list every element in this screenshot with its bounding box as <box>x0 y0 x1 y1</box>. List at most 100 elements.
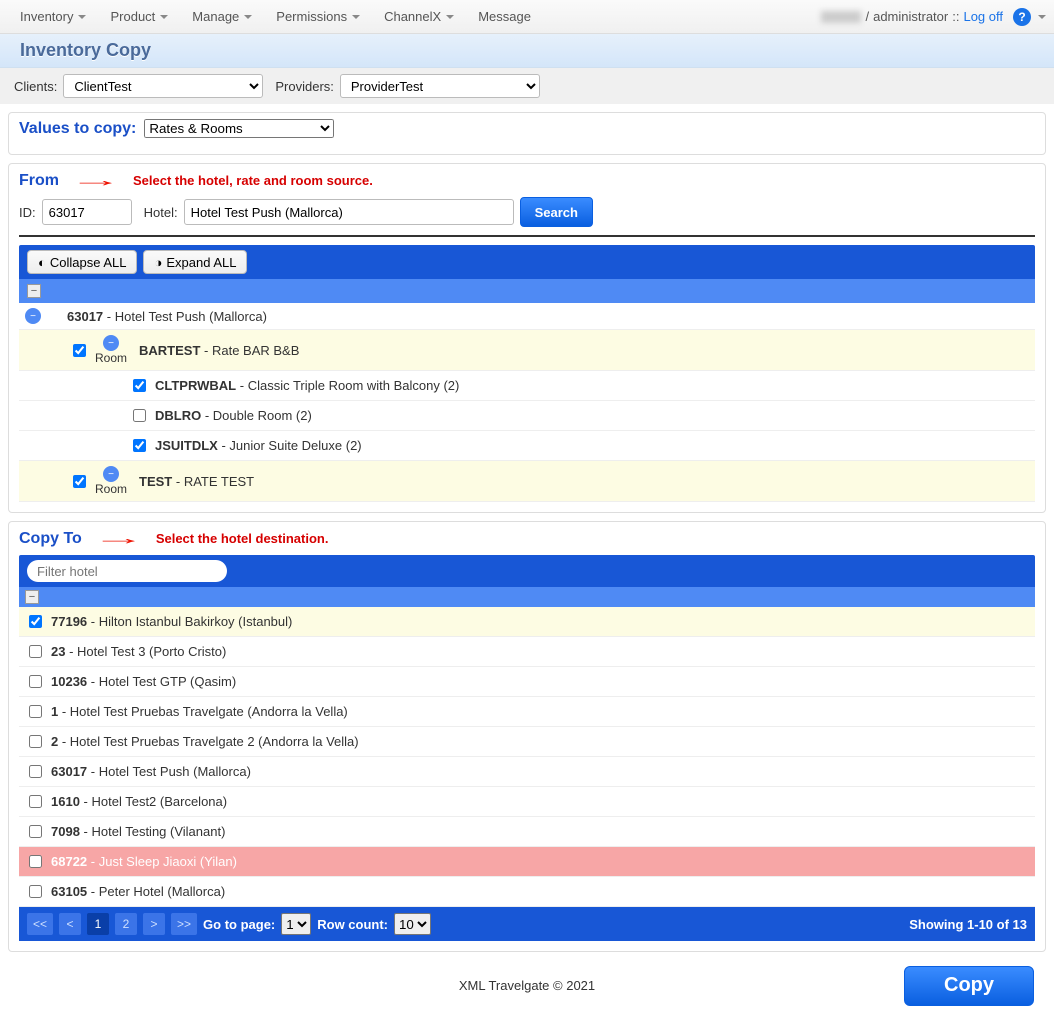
user-name-blurred <box>821 11 861 23</box>
arrow-right-icon: → <box>69 170 123 191</box>
from-helper: Select the hotel, rate and room source. <box>133 173 373 188</box>
hotel-name: Hotel Test Pruebas Travelgate (Andorra l… <box>70 704 348 719</box>
hotel-code: 1610 <box>51 794 80 809</box>
sep: / <box>865 9 869 24</box>
from-id-input[interactable] <box>42 199 132 225</box>
from-hotel-input[interactable] <box>184 199 514 225</box>
expand-all-button[interactable]: ◑Expand ALL <box>143 250 247 274</box>
expand-node-icon[interactable]: − <box>103 335 119 351</box>
pager-prev[interactable]: < <box>59 913 81 935</box>
hotel-row: 63105 - Peter Hotel (Mallorca) <box>19 877 1035 907</box>
hotel-checkbox[interactable] <box>29 765 42 778</box>
chevron-down-icon <box>352 15 360 19</box>
chevron-down-icon <box>160 15 168 19</box>
hotel-row: 63017 - Hotel Test Push (Mallorca) <box>19 757 1035 787</box>
expand-icon: ◑ <box>154 255 162 270</box>
nav-message[interactable]: Message <box>466 3 543 30</box>
pager-next[interactable]: > <box>143 913 165 935</box>
expand-node-icon[interactable]: − <box>25 308 41 324</box>
nav-permissions-label: Permissions <box>276 9 347 24</box>
user-role: administrator <box>873 9 948 24</box>
rate-checkbox[interactable] <box>73 475 86 488</box>
copy-button[interactable]: Copy <box>904 966 1034 1006</box>
filter-hotel-input[interactable] <box>27 560 227 582</box>
room-name: Junior Suite Deluxe (2) <box>229 438 361 453</box>
collapse-icon: ◐ <box>38 255 46 270</box>
from-title: From <box>19 172 59 190</box>
hotel-checkbox[interactable] <box>29 735 42 748</box>
help-icon[interactable]: ? <box>1013 8 1031 26</box>
room-row: DBLRO - Double Room (2) <box>19 401 1035 431</box>
room-checkbox[interactable] <box>133 409 146 422</box>
expand-node-icon[interactable]: − <box>103 466 119 482</box>
values-to-copy-select[interactable]: Rates & Rooms <box>144 119 334 138</box>
nav-inventory[interactable]: Inventory <box>8 3 98 30</box>
hotel-code: 63017 <box>51 764 87 779</box>
from-id-label: ID: <box>19 205 36 220</box>
room-checkbox[interactable] <box>133 439 146 452</box>
nav-permissions[interactable]: Permissions <box>264 3 372 30</box>
copyright: XML Travelgate © 2021 <box>459 978 595 993</box>
top-nav: Inventory Product Manage Permissions Cha… <box>0 0 1054 34</box>
nav-product-label: Product <box>110 9 155 24</box>
hotel-name: Peter Hotel (Mallorca) <box>99 884 225 899</box>
sep2: :: <box>952 9 959 24</box>
hotel-checkbox[interactable] <box>29 705 42 718</box>
hotel-code: 23 <box>51 644 65 659</box>
tree-toggle[interactable]: − <box>25 590 39 604</box>
hotel-name: Hotel Test Push (Mallorca) <box>99 764 251 779</box>
goto-label: Go to page: <box>203 917 275 932</box>
goto-page-select[interactable]: 1 <box>281 913 311 935</box>
hotel-row: 77196 - Hilton Istanbul Bakirkoy (Istanb… <box>19 607 1035 637</box>
copyto-panel: Copy To → Select the hotel destination. … <box>8 521 1046 952</box>
hotel-row: 7098 - Hotel Testing (Vilanant) <box>19 817 1035 847</box>
hotel-name: Hilton Istanbul Bakirkoy (Istanbul) <box>99 614 293 629</box>
room-code: CLTPRWBAL <box>155 378 236 393</box>
pager-last[interactable]: >> <box>171 913 197 935</box>
nav-product[interactable]: Product <box>98 3 180 30</box>
rate-row: −RoomTEST - RATE TEST <box>19 461 1035 502</box>
logoff-link[interactable]: Log off <box>963 9 1003 24</box>
copyto-title: Copy To <box>19 530 82 548</box>
tree-toggle[interactable]: − <box>27 284 41 298</box>
room-name: Double Room (2) <box>213 408 312 423</box>
rate-row: −RoomBARTEST - Rate BAR B&B <box>19 330 1035 371</box>
hotel-checkbox[interactable] <box>29 855 42 868</box>
rate-checkbox[interactable] <box>73 344 86 357</box>
room-code: DBLRO <box>155 408 201 423</box>
tree-hotel-row: − 63017 - Hotel Test Push (Mallorca) <box>19 303 1035 330</box>
hotel-name: Hotel Test 3 (Porto Cristo) <box>77 644 226 659</box>
hotel-checkbox[interactable] <box>29 615 42 628</box>
clients-select[interactable]: ClientTest <box>63 74 263 98</box>
hotel-checkbox[interactable] <box>29 645 42 658</box>
nav-message-label: Message <box>478 9 531 24</box>
rowcount-label: Row count: <box>317 917 388 932</box>
collapse-all-button[interactable]: ◐Collapse ALL <box>27 250 137 274</box>
hotel-name: Hotel Testing (Vilanant) <box>91 824 225 839</box>
hotel-checkbox[interactable] <box>29 825 42 838</box>
pager-first[interactable]: << <box>27 913 53 935</box>
pager-showing: Showing 1-10 of 13 <box>909 917 1027 932</box>
rowcount-select[interactable]: 10 <box>394 913 431 935</box>
room-code: JSUITDLX <box>155 438 218 453</box>
tree-sub-bar: − <box>19 279 1035 303</box>
hotel-checkbox[interactable] <box>29 795 42 808</box>
hotel-checkbox[interactable] <box>29 885 42 898</box>
chevron-down-icon <box>446 15 454 19</box>
hotel-row: 68722 - Just Sleep Jiaoxi (Yilan) <box>19 847 1035 877</box>
pager-page-2[interactable]: 2 <box>115 913 137 935</box>
providers-select[interactable]: ProviderTest <box>340 74 540 98</box>
room-checkbox[interactable] <box>133 379 146 392</box>
rate-name: RATE TEST <box>184 474 254 489</box>
room-label: Room <box>95 482 127 496</box>
hotel-checkbox[interactable] <box>29 675 42 688</box>
hotel-row: 2 - Hotel Test Pruebas Travelgate 2 (And… <box>19 727 1035 757</box>
search-button[interactable]: Search <box>520 197 593 227</box>
hotel-row: 23 - Hotel Test 3 (Porto Cristo) <box>19 637 1035 667</box>
nav-channelx[interactable]: ChannelX <box>372 3 466 30</box>
chevron-down-icon <box>1038 15 1046 19</box>
copyto-sub-bar: − <box>19 587 1035 607</box>
nav-manage[interactable]: Manage <box>180 3 264 30</box>
room-name: Classic Triple Room with Balcony (2) <box>248 378 460 393</box>
pager-page-1[interactable]: 1 <box>87 913 109 935</box>
